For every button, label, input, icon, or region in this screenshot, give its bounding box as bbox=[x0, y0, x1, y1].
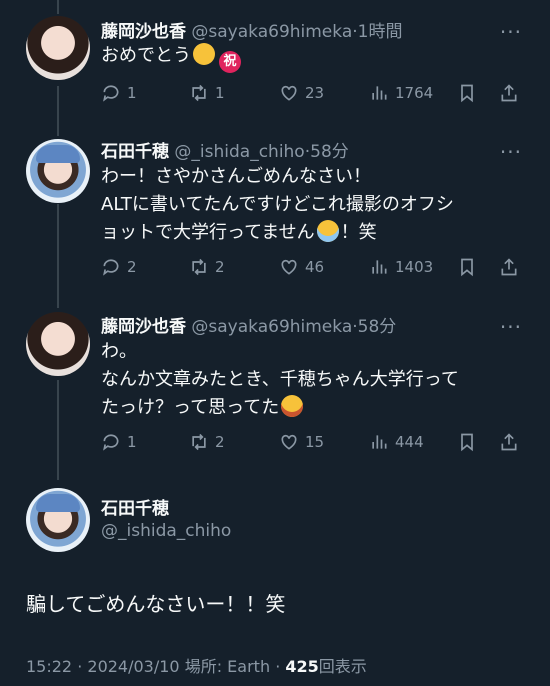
avatar[interactable] bbox=[26, 488, 90, 552]
main-tweet: 石田千穂 @_ishida_chiho 騙してごめんなさいー！！笑 15:22 … bbox=[0, 0, 550, 686]
separator: · bbox=[275, 657, 281, 676]
view-count: 425 bbox=[285, 657, 319, 676]
tweet-text: 騙してごめんなさいー！！笑 bbox=[26, 592, 286, 616]
separator: · bbox=[77, 657, 83, 676]
tweet-date[interactable]: 2024/03/10 bbox=[87, 657, 179, 676]
tweet-meta: 15:22 · 2024/03/10 場所: Earth · 425回表示 bbox=[26, 653, 367, 677]
tweet-time[interactable]: 15:22 bbox=[26, 657, 72, 676]
author-name[interactable]: 石田千穂 bbox=[101, 494, 169, 519]
view-label: 回表示 bbox=[318, 657, 367, 676]
author-handle[interactable]: @_ishida_chiho bbox=[101, 521, 231, 541]
tweet-location[interactable]: 場所: Earth bbox=[185, 657, 270, 676]
